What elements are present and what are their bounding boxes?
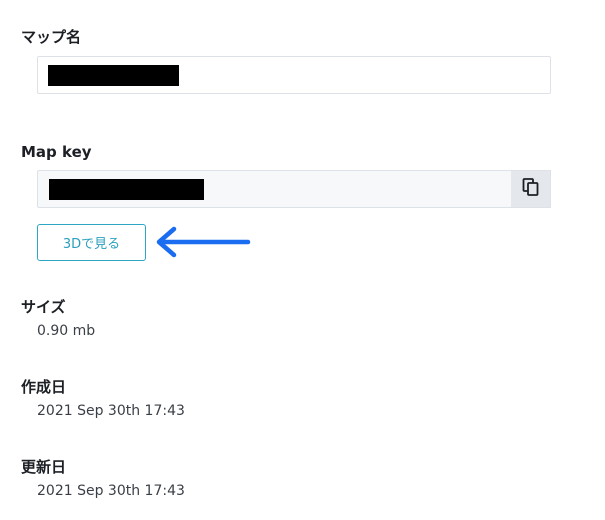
size-value: 0.90 mb [37,323,96,339]
arrow-left-icon [152,224,252,268]
created-value: 2021 Sep 30th 17:43 [37,403,185,419]
copy-icon [521,177,541,201]
map-key-redacted-value [49,179,204,200]
size-label: サイズ [21,298,66,316]
updated-label: 更新日 [21,458,67,476]
map-name-redacted-value [48,65,179,86]
view-3d-button[interactable]: 3Dで見る [37,224,146,261]
map-name-label: マップ名 [21,28,82,46]
map-key-field[interactable] [37,170,512,208]
updated-value: 2021 Sep 30th 17:43 [37,483,185,499]
copy-button[interactable] [511,170,551,208]
map-key-label: Map key [21,143,92,161]
created-label: 作成日 [21,378,67,396]
map-name-field[interactable] [37,56,551,94]
